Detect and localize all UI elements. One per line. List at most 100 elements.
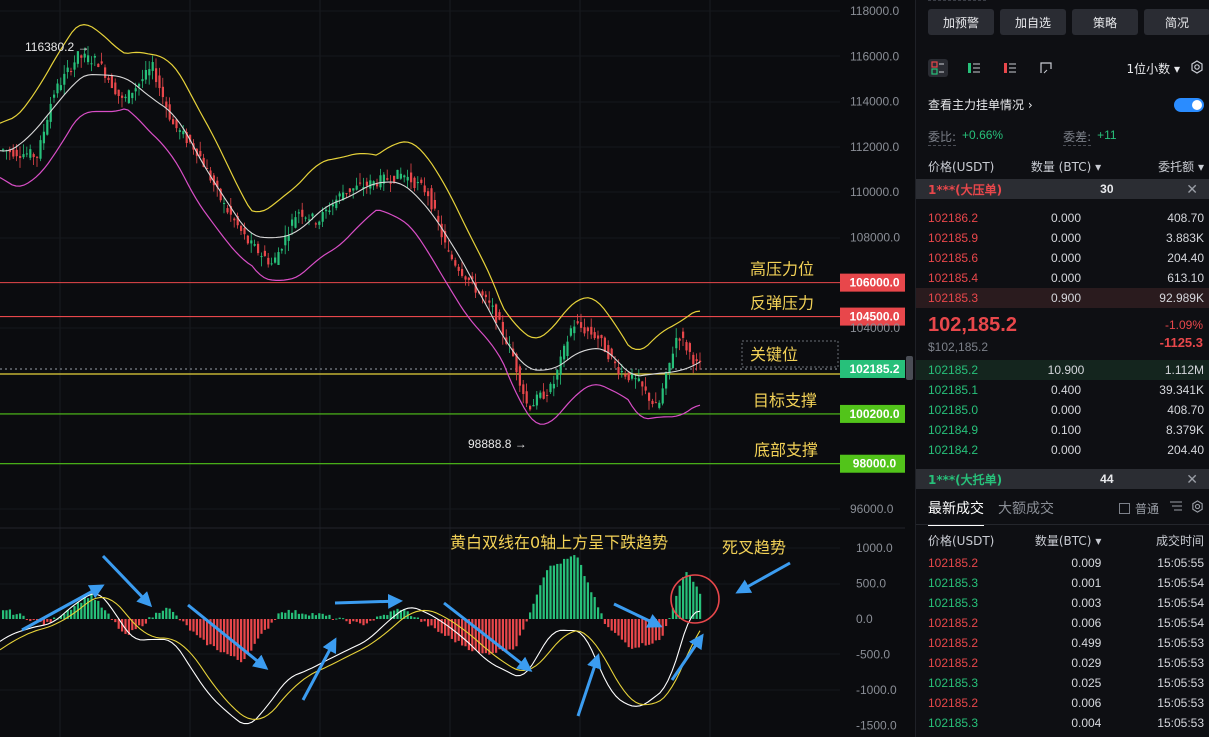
macd-trend-note: 黄白双线在0轴上方呈下跌趋势	[450, 533, 668, 552]
chart-area[interactable]: 高压力位 106000.0 反弹压力 104500.0 关键位 102185.2 目标支撑 1…	[0, 0, 912, 737]
row-qty: 0.029	[1071, 656, 1102, 670]
book-asks-icon[interactable]	[1000, 59, 1020, 77]
row-value: 408.70	[1167, 211, 1204, 225]
row-value: 15:05:53	[1157, 676, 1205, 690]
book-both-icon[interactable]	[928, 59, 948, 77]
close-icon[interactable]: ✕	[1186, 181, 1198, 198]
diff-label: 委差:	[1063, 130, 1092, 146]
candle-body	[178, 130, 181, 132]
candle-body	[495, 304, 498, 324]
candle-body	[117, 89, 120, 96]
bid-row[interactable]: 102185.2 10.900 1.112M	[928, 360, 1204, 380]
book-depth-icon[interactable]	[1036, 59, 1056, 77]
macd-histogram-bar	[172, 611, 175, 619]
decimal-select-value: 1位小数	[1126, 61, 1171, 76]
candle-body	[386, 178, 389, 180]
bid-row[interactable]: 102185.0 0.000 408.70	[928, 400, 1204, 420]
main-force-link[interactable]: 查看主力挂单情况 ›	[928, 96, 1033, 113]
big-buy-order-bar[interactable]: 1***(大托单) 44 ✕	[916, 469, 1209, 489]
macd-histogram-bar	[583, 576, 586, 619]
ask-row[interactable]: 102186.2 0.000 408.70	[928, 208, 1204, 228]
row-price: 102185.2	[928, 696, 979, 710]
candle-body	[161, 86, 164, 98]
add-alert-button[interactable]: 加预警	[928, 9, 994, 35]
trade-row[interactable]: 102185.2 0.009 15:05:55	[928, 553, 1204, 573]
macd-histogram-bar	[240, 619, 243, 663]
macd-histogram-bar	[270, 619, 273, 623]
macd-histogram-bar	[678, 585, 681, 619]
tab-latest-trades[interactable]: 最新成交	[928, 498, 984, 526]
row-qty: 0.000	[1050, 211, 1082, 225]
macd-histogram-bar	[529, 612, 532, 619]
filter-icon[interactable]	[1169, 500, 1183, 524]
macd-histogram-bar	[212, 619, 215, 647]
macd-histogram-bar	[688, 575, 691, 619]
row-qty: 0.000	[1050, 271, 1082, 285]
trade-row[interactable]: 102185.2 0.006 15:05:54	[928, 613, 1204, 633]
candle-body	[518, 366, 521, 386]
trade-row[interactable]: 102185.3 0.003 15:05:54	[928, 593, 1204, 613]
candle-body	[22, 154, 25, 158]
annotation-arrow	[735, 561, 791, 594]
row-qty: 0.006	[1071, 696, 1102, 710]
overview-button[interactable]: 简况	[1144, 9, 1209, 35]
row-price: 102185.3	[928, 576, 979, 590]
normal-checkbox[interactable]: 普通	[1118, 500, 1159, 525]
tab-large-trades[interactable]: 大额成交	[998, 498, 1054, 526]
candle-body	[36, 156, 39, 158]
candle-body	[148, 69, 151, 76]
strategy-button[interactable]: 策略	[1072, 9, 1138, 35]
price-axis-label: 116000.0	[850, 49, 899, 63]
macd-histogram-bar	[593, 597, 596, 619]
price-chart[interactable]: 高压力位106000.0反弹压力104500.0关键位102185.2目标支撑1…	[0, 0, 912, 737]
macd-histogram-bar	[158, 612, 161, 619]
big-sell-order-bar[interactable]: 1***(大压单) 30 ✕	[916, 179, 1209, 199]
trade-row[interactable]: 102185.3 0.004 15:05:53	[928, 713, 1204, 733]
macd-histogram-bar	[658, 619, 661, 641]
ask-row[interactable]: 102185.3 0.900 92.989K	[928, 288, 1204, 308]
trade-row[interactable]: 102185.3 0.025 15:05:53	[928, 673, 1204, 693]
bid-row[interactable]: 102185.1 0.400 39.341K	[928, 380, 1204, 400]
trade-row[interactable]: 102185.3 0.001 15:05:54	[928, 573, 1204, 593]
trade-row[interactable]: 102185.2 0.499 15:05:53	[928, 633, 1204, 653]
candle-body	[331, 204, 334, 207]
row-qty: 0.000	[1050, 403, 1082, 417]
macd-histogram-bar	[202, 619, 205, 640]
settings-gear-icon[interactable]	[1191, 499, 1204, 525]
bid-row[interactable]: 102184.2 0.000 204.40	[928, 440, 1204, 460]
trade-row[interactable]: 102185.2 0.029 15:05:53	[928, 653, 1204, 673]
ask-row[interactable]: 102185.4 0.000 613.10	[928, 268, 1204, 288]
book-header-qty[interactable]: 数量 (BTC) ▾	[1020, 158, 1112, 175]
ask-row[interactable]: 102185.6 0.000 204.40	[928, 248, 1204, 268]
row-price: 102185.3	[928, 676, 979, 690]
row-price: 102185.3	[928, 716, 979, 730]
candle-body	[464, 276, 467, 280]
macd-histogram-bar	[168, 608, 171, 619]
book-bids-icon[interactable]	[964, 59, 984, 77]
candle-body	[549, 383, 552, 393]
candle-body	[321, 212, 324, 222]
macd-histogram-bar	[311, 613, 314, 619]
candle-body	[158, 75, 161, 89]
candle-body	[393, 175, 396, 183]
ask-row[interactable]: 102185.9 0.000 3.883K	[928, 228, 1204, 248]
candle-body	[522, 384, 525, 395]
main-force-toggle[interactable]	[1174, 97, 1204, 112]
close-icon[interactable]: ✕	[1186, 471, 1198, 488]
add-favorite-button[interactable]: 加自选	[1000, 9, 1066, 35]
book-header-amount[interactable]: 委托额 ▾	[1112, 158, 1204, 175]
row-qty: 0.009	[1071, 556, 1102, 570]
macd-histogram-bar	[522, 619, 525, 630]
macd-histogram-bar	[641, 619, 644, 644]
settings-gear-icon[interactable]	[1190, 59, 1204, 77]
candle-body	[525, 391, 528, 404]
trade-row[interactable]: 102185.2 0.006 15:05:53	[928, 693, 1204, 713]
row-qty: 0.025	[1071, 676, 1102, 690]
candle-body	[654, 402, 657, 404]
candle-body	[66, 67, 69, 73]
decimal-select[interactable]: 1位小数 ▾	[1127, 60, 1181, 77]
trade-header-qty[interactable]: 数量(BTC) ▾	[1015, 532, 1118, 549]
resize-handle[interactable]	[906, 356, 913, 380]
bid-row[interactable]: 102184.9 0.100 8.379K	[928, 420, 1204, 440]
candle-body	[335, 199, 338, 209]
